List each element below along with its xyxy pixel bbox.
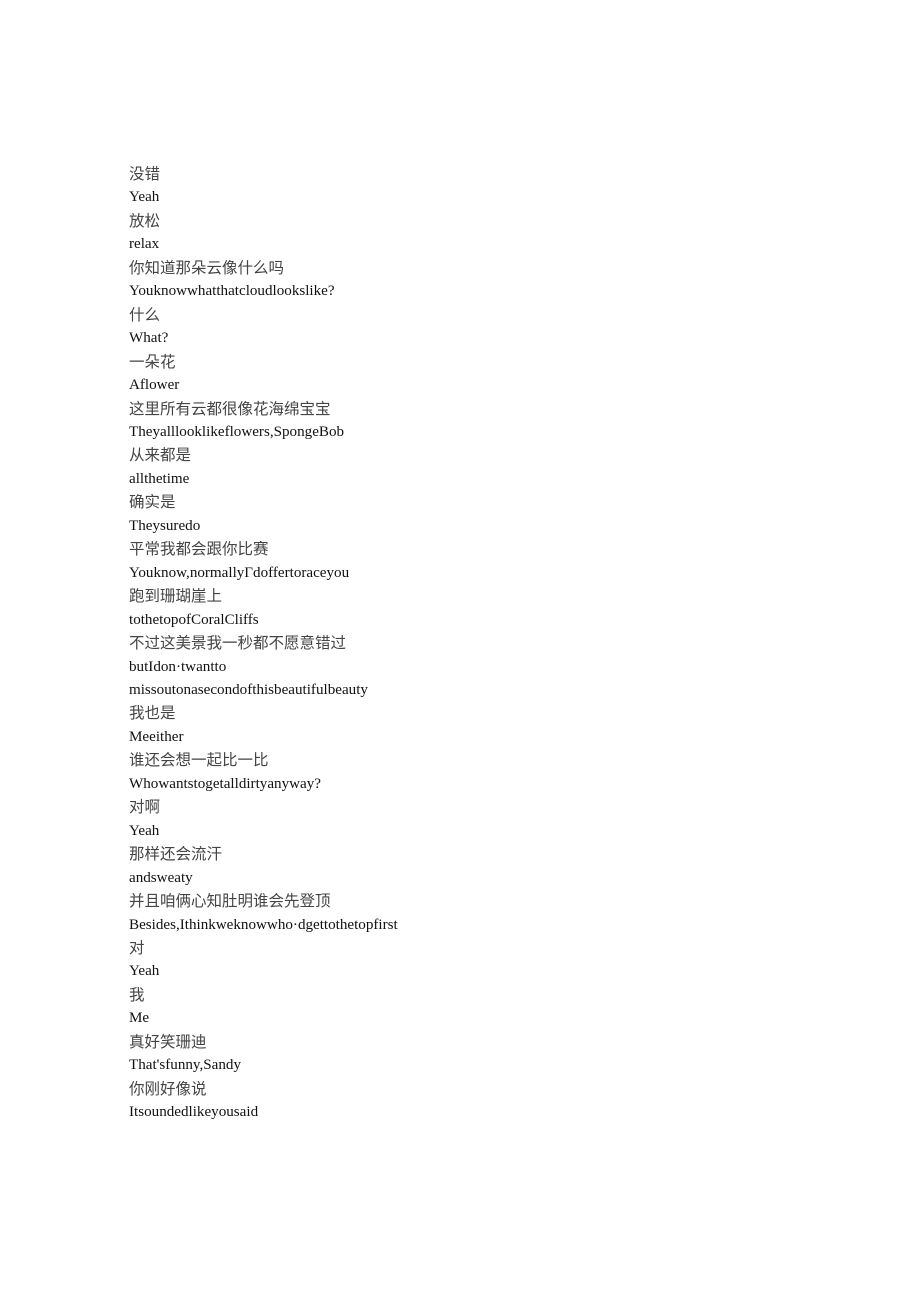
subtitle-line-zh: 谁还会想一起比一比 [129,751,269,770]
subtitle-line-zh: 对 [129,938,145,957]
subtitle-line-en: allthetime [129,470,190,487]
subtitle-line-zh: 放松 [129,211,161,230]
subtitle-line-en: andsweaty [129,869,193,886]
subtitle-line-en: Yeah [129,963,160,980]
subtitle-line-zh: 我 [129,985,145,1004]
subtitle-line-en: butIdon·twantto [129,658,227,675]
document-page: 没错 Yeah 放松 relax 你知道那朵云像什么吗 Youknowwhatthatcl… [0,0,920,1301]
subtitle-line-en: relax [129,236,160,253]
subtitle-line-en: Me [129,1010,150,1027]
subtitle-line-en: Yeah [129,189,160,206]
subtitle-line-en: Itsoundedlikeyousaid [129,1104,259,1121]
subtitle-line-zh: 一朵花 [129,352,176,371]
subtitle-line-en: Aflower [129,377,180,394]
subtitle-line-zh: 从来都是 [129,446,192,465]
subtitle-line-en: Besides,Ithinkweknowwho·dgettothetopfirs… [129,916,398,933]
subtitle-line-en: Youknow,normallyΓdoffertoraceyou [129,564,350,581]
subtitle-line-zh: 对啊 [129,798,161,817]
subtitle-line-en: missoutonasecondofthisbeautifulbeauty [129,681,368,698]
subtitle-line-en: Whowantstogetalldirtyanyway? [129,775,321,792]
subtitle-line-zh: 跑到珊瑚崖上 [129,587,223,606]
subtitle-line-en: Theysuredo [129,517,201,534]
subtitle-line-zh: 没错 [129,165,161,183]
subtitle-line-en: What? [129,330,169,347]
subtitle-line-en: Youknowwhatthatcloudlookslike? [129,283,335,300]
subtitle-line-en: Meeither [129,728,184,745]
subtitle-line-zh: 真好笑珊迪 [129,1032,207,1051]
subtitle-line-zh: 并且咱俩心知肚明谁会先登顶 [129,892,331,911]
subtitle-line-zh: 你知道那朵云像什么吗 [129,258,285,277]
subtitle-line-zh: 确实是 [129,493,176,512]
subtitle-line-en: tothetopofCoralCliffs [129,611,259,628]
subtitle-line-zh: 平常我都会跟你比赛 [129,540,269,559]
subtitle-line-zh: 这里所有云都很像花海绵宝宝 [129,399,331,418]
subtitle-line-zh: 不过这美景我一秒都不愿意错过 [129,634,347,653]
subtitle-line-en: That'sfunny,Sandy [129,1057,241,1074]
subtitle-line-zh: 什么 [129,305,161,324]
subtitle-line-en: Yeah [129,822,160,839]
subtitle-line-zh: 我也是 [129,704,176,723]
transcript-body: 没错 Yeah 放松 relax 你知道那朵云像什么吗 Youknowwhatthatcl… [129,163,849,1125]
subtitle-line-zh: 你刚好像说 [129,1079,207,1098]
subtitle-line-zh: 那样还会流汗 [129,845,223,864]
subtitle-line-en: Theyalllooklikeflowers,SpongeBob [129,423,345,440]
